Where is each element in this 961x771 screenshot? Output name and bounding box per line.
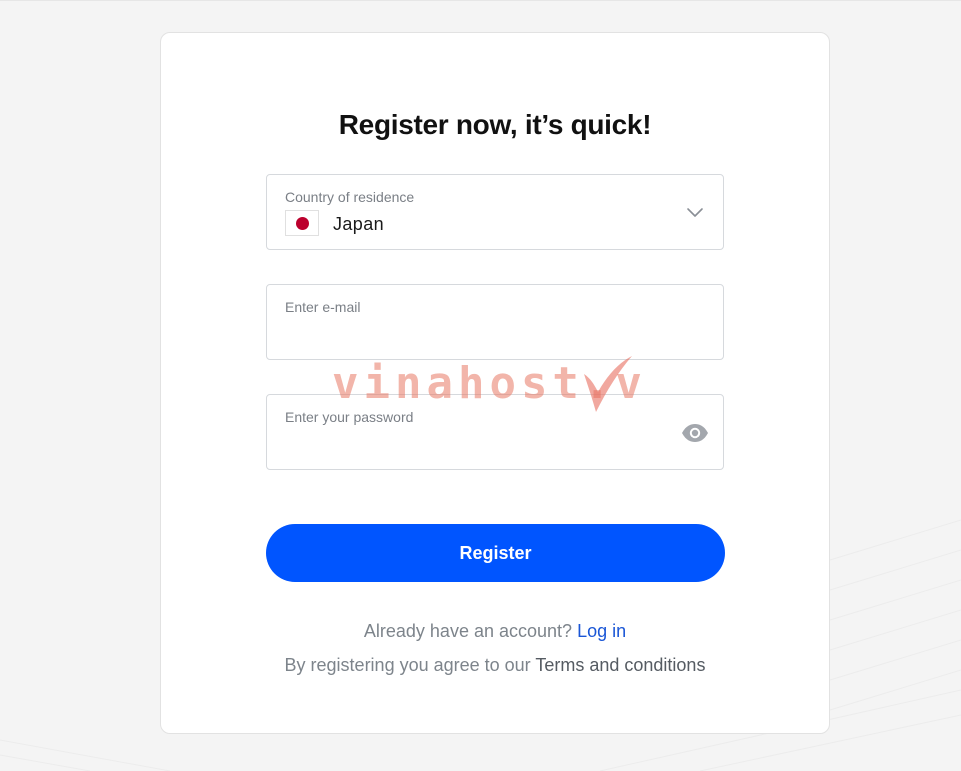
watermark-check-icon [584,356,632,412]
email-input[interactable] [285,323,669,343]
country-value: Japan [333,214,385,234]
chevron-down-icon[interactable] [685,205,705,219]
terms-prompt-text: By registering you agree to our [284,655,531,675]
login-prompt-text: Already have an account? [363,621,573,641]
register-button[interactable]: Register [266,524,725,582]
terms-row: By registering you agree to our Terms an… [161,655,829,676]
terms-link[interactable]: Terms and conditions [535,655,705,675]
eye-icon[interactable] [681,423,709,443]
watermark-logo: vinahost.v [332,352,642,422]
japan-flag-icon [285,210,319,236]
country-label: Country of residence [285,189,415,205]
email-label: Enter e-mail [285,299,361,315]
password-input[interactable] [285,433,629,453]
page: Register now, it’s quick! Country of res… [0,0,961,771]
email-field[interactable]: Enter e-mail [266,284,724,360]
login-prompt-row: Already have an account? Log in [161,621,829,642]
flag-red-circle [296,217,309,230]
top-divider [0,0,961,1]
country-select[interactable]: Country of residence Japan [266,174,724,250]
login-link[interactable]: Log in [577,621,626,641]
page-title: Register now, it’s quick! [338,109,652,140]
